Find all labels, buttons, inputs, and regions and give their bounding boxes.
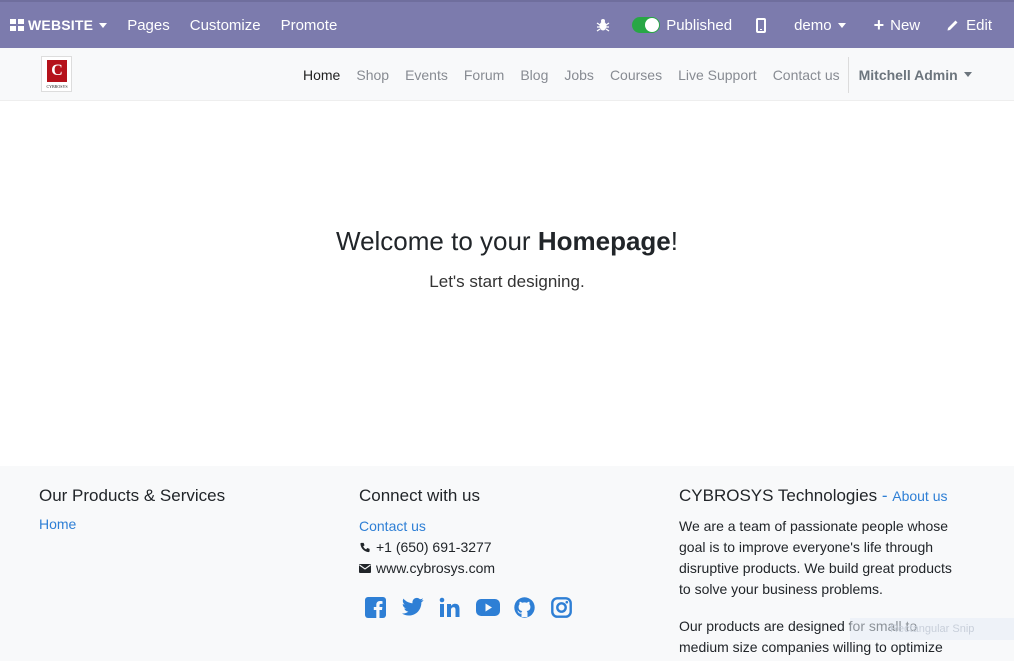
nav-events[interactable]: Events bbox=[405, 67, 448, 83]
company-title: CYBROSYS Technologies - About us bbox=[679, 486, 948, 505]
nav-home[interactable]: Home bbox=[303, 67, 340, 83]
nav-divider bbox=[847, 56, 849, 93]
connect-title: Connect with us bbox=[359, 486, 480, 505]
edit-button-label: Edit bbox=[966, 16, 992, 34]
youtube-icon[interactable] bbox=[476, 599, 500, 616]
snip-tooltip: Rectangular Snip bbox=[850, 618, 1014, 640]
db-menu[interactable]: demo bbox=[794, 2, 846, 48]
instagram-icon[interactable] bbox=[551, 597, 572, 618]
nav-shop[interactable]: Shop bbox=[356, 67, 389, 83]
mobile-preview-icon[interactable] bbox=[756, 17, 767, 33]
github-icon[interactable] bbox=[514, 597, 535, 618]
pages-menu[interactable]: Pages bbox=[127, 2, 170, 48]
nav-contact-us[interactable]: Contact us bbox=[773, 67, 840, 83]
db-menu-label: demo bbox=[794, 16, 832, 34]
phone-icon bbox=[360, 542, 370, 553]
website-menu[interactable]: WEBSITE bbox=[0, 2, 108, 48]
toggle-switch[interactable] bbox=[632, 17, 661, 33]
footer-col-connect: Connect with us Contact us +1 (650) 691-… bbox=[359, 486, 572, 618]
nav-jobs[interactable]: Jobs bbox=[564, 67, 594, 83]
products-title: Our Products & Services bbox=[39, 486, 226, 505]
twitter-icon[interactable] bbox=[402, 597, 424, 617]
about-us-link[interactable]: About us bbox=[892, 488, 947, 504]
apps-grid-icon bbox=[10, 19, 24, 31]
phone-number: +1 (650) 691-3277 bbox=[376, 539, 492, 555]
user-name: Mitchell Admin bbox=[858, 66, 958, 83]
hero-title: Welcome to your Homepage! bbox=[336, 226, 678, 256]
company-description: We are a team of passionate people whose… bbox=[679, 518, 952, 597]
nav-courses[interactable]: Courses bbox=[610, 67, 662, 83]
user-menu[interactable]: Mitchell Admin bbox=[859, 67, 972, 83]
website-url: www.cybrosys.com bbox=[376, 560, 496, 576]
main-nav: Home Shop Events Forum Blog Jobs Courses… bbox=[295, 48, 972, 101]
site-header: C CYBROSYS Home Shop Events Forum Blog J… bbox=[0, 48, 1014, 101]
plus-icon: + bbox=[873, 15, 885, 35]
envelope-icon bbox=[359, 564, 371, 573]
admin-bar: WEBSITE Pages Customize Promote Publishe… bbox=[0, 0, 1014, 48]
social-links bbox=[365, 597, 572, 618]
logo-mark: C bbox=[47, 60, 67, 82]
bug-icon[interactable] bbox=[596, 18, 610, 32]
footer-contact-link[interactable]: Contact us bbox=[359, 516, 426, 537]
published-label: Published bbox=[666, 16, 733, 34]
company-logo[interactable]: C CYBROSYS bbox=[41, 56, 72, 92]
edit-button[interactable]: Edit bbox=[946, 2, 992, 48]
hero-subtitle: Let's start designing. bbox=[429, 272, 585, 291]
chevron-down-icon bbox=[963, 72, 972, 77]
nav-blog[interactable]: Blog bbox=[520, 67, 548, 83]
footer-home-link[interactable]: Home bbox=[39, 516, 76, 532]
new-button[interactable]: + New bbox=[874, 2, 921, 48]
hero-section: Welcome to your Homepage! Let's start de… bbox=[0, 101, 1014, 466]
chevron-down-icon bbox=[837, 22, 846, 28]
facebook-icon[interactable] bbox=[365, 597, 386, 618]
pencil-icon bbox=[947, 20, 958, 31]
promote-menu[interactable]: Promote bbox=[281, 2, 338, 48]
website-line: www.cybrosys.com bbox=[359, 558, 572, 579]
new-button-label: New bbox=[890, 16, 921, 34]
chevron-down-icon bbox=[99, 22, 108, 28]
linkedin-icon[interactable] bbox=[439, 597, 460, 618]
website-menu-label: WEBSITE bbox=[28, 17, 94, 33]
nav-live-support[interactable]: Live Support bbox=[678, 67, 757, 83]
phone-line: +1 (650) 691-3277 bbox=[359, 537, 572, 558]
logo-text: CYBROSYS bbox=[46, 84, 68, 89]
nav-forum[interactable]: Forum bbox=[464, 67, 504, 83]
footer-col-products: Our Products & Services Home bbox=[39, 486, 225, 534]
publish-toggle[interactable]: Published bbox=[632, 2, 732, 48]
customize-menu[interactable]: Customize bbox=[190, 2, 261, 48]
